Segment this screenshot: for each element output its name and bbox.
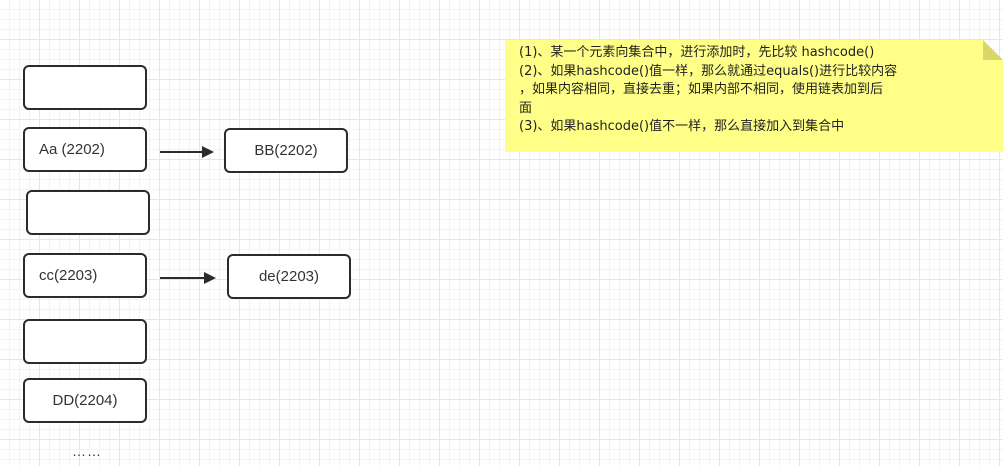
bucket-cc[interactable]: cc(2203) [23, 253, 147, 298]
note-line-4: 面 [519, 100, 533, 116]
note-line-3: ，如果内容相同，直接去重；如果内部不相同，使用链表加到后 [519, 82, 884, 97]
note-line-5: (3)、如果hashcode()值不一样，那么直接加入到集合中 [519, 119, 845, 134]
bucket-aa[interactable]: Aa (2202) [23, 127, 147, 172]
explanation-note[interactable]: (1)、某一个元素向集合中，进行添加时，先比较 hashcode() (2)、如… [505, 40, 1003, 152]
ellipsis-more: …… [72, 443, 102, 459]
chain-node-bb[interactable]: BB(2202) [224, 128, 348, 173]
bucket-label: DD(2204) [52, 392, 118, 409]
note-text: (1)、某一个元素向集合中，进行添加时，先比较 hashcode() (2)、如… [519, 44, 989, 137]
chain-node-label: de(2203) [258, 268, 320, 285]
diagram-canvas: Aa (2202) cc(2203) DD(2204) BB(2202) de(… [0, 0, 1003, 466]
bucket-label: cc(2203) [39, 267, 98, 284]
bucket-empty-1[interactable] [23, 65, 147, 110]
note-line-2: (2)、如果hashcode()值一样，那么就通过equals()进行比较内容 [519, 63, 898, 79]
note-line-1: (1)、某一个元素向集合中，进行添加时，先比较 hashcode() [519, 45, 875, 60]
bucket-empty-3[interactable] [23, 319, 147, 364]
arrow-cc-to-de[interactable] [158, 270, 218, 286]
bucket-label: Aa (2202) [39, 141, 105, 158]
bucket-empty-2[interactable] [26, 190, 150, 235]
chain-node-label: BB(2202) [254, 142, 318, 159]
chain-node-de[interactable]: de(2203) [227, 254, 351, 299]
bucket-dd[interactable]: DD(2204) [23, 378, 147, 423]
arrow-aa-to-bb[interactable] [158, 144, 216, 160]
